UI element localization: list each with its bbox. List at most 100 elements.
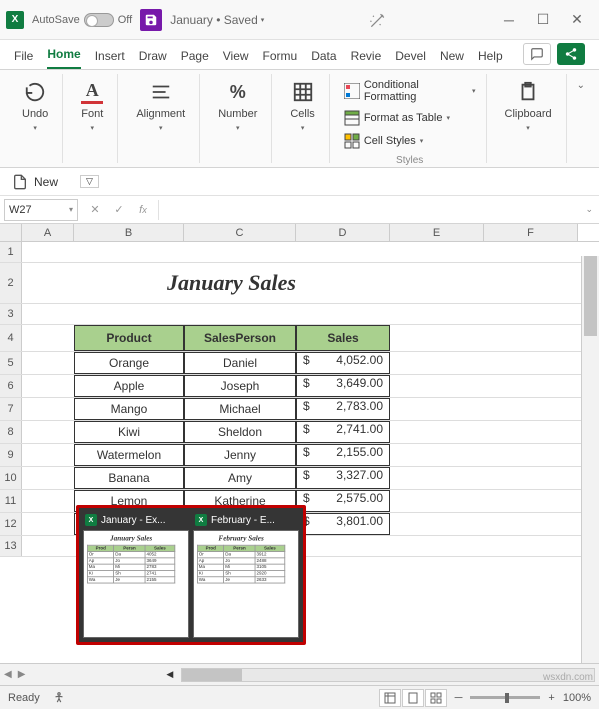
cell[interactable]: [74, 304, 578, 324]
cell[interactable]: [390, 467, 578, 489]
row-header[interactable]: 8: [0, 421, 22, 443]
cell[interactable]: [22, 536, 74, 556]
row-header[interactable]: 3: [0, 304, 22, 324]
header-sales[interactable]: Sales: [296, 325, 390, 351]
row-header[interactable]: 13: [0, 536, 22, 556]
fx-icon[interactable]: fx: [134, 201, 152, 219]
cell-product[interactable]: Kiwi: [74, 421, 184, 443]
cell[interactable]: [22, 421, 74, 443]
cell-product[interactable]: Watermelon: [74, 444, 184, 466]
cancel-formula-button[interactable]: ✕: [86, 201, 104, 219]
cell-product[interactable]: Orange: [74, 352, 184, 374]
tab-draw[interactable]: Draw: [139, 49, 167, 69]
normal-view-button[interactable]: [379, 689, 401, 707]
cell[interactable]: [22, 467, 74, 489]
page-layout-button[interactable]: [402, 689, 424, 707]
row-header[interactable]: 10: [0, 467, 22, 489]
number-button[interactable]: % Number ▾: [214, 76, 261, 136]
taskbar-thumb-february[interactable]: XFebruary - E... February SalesProdPersn…: [193, 512, 299, 638]
header-salesperson[interactable]: SalesPerson: [184, 325, 296, 351]
row-header[interactable]: 9: [0, 444, 22, 466]
toggle-switch[interactable]: [84, 13, 114, 27]
taskbar-thumb-january[interactable]: XJanuary - Ex... January SalesProdPersnS…: [83, 512, 189, 638]
cell-person[interactable]: Amy: [184, 467, 296, 489]
tab-page[interactable]: Page: [181, 49, 209, 69]
cell[interactable]: [390, 263, 578, 303]
cell[interactable]: [22, 304, 74, 324]
tab-data[interactable]: Data: [311, 49, 336, 69]
row-header[interactable]: 2: [0, 263, 22, 303]
cell-person[interactable]: Daniel: [184, 352, 296, 374]
cell[interactable]: [22, 325, 74, 351]
minimize-button[interactable]: ─: [501, 12, 517, 28]
col-header-B[interactable]: B: [74, 224, 184, 241]
cell-sales[interactable]: $2,741.00: [296, 421, 390, 443]
enter-formula-button[interactable]: ✓: [110, 201, 128, 219]
zoom-out-button[interactable]: ─: [455, 692, 463, 704]
col-header-A[interactable]: A: [22, 224, 74, 241]
tab-insert[interactable]: Insert: [95, 49, 125, 69]
share-button[interactable]: [557, 43, 585, 65]
cell[interactable]: [22, 263, 74, 303]
row-header[interactable]: 5: [0, 352, 22, 374]
accessibility-icon[interactable]: [52, 691, 66, 705]
tab-help[interactable]: Help: [478, 49, 503, 69]
save-button[interactable]: [140, 9, 162, 31]
new-label[interactable]: New: [34, 175, 58, 189]
cell-sales[interactable]: $4,052.00: [296, 352, 390, 374]
format-as-table-button[interactable]: Format as Table ▾: [344, 109, 450, 127]
close-button[interactable]: ✕: [569, 12, 585, 28]
cell-product[interactable]: Banana: [74, 467, 184, 489]
col-header-E[interactable]: E: [390, 224, 484, 241]
cell-product[interactable]: Apple: [74, 375, 184, 397]
cell[interactable]: [390, 325, 578, 351]
select-all-corner[interactable]: [0, 224, 22, 241]
sheet-nav-prev[interactable]: ◀: [4, 669, 12, 680]
cell[interactable]: [390, 444, 578, 466]
cell[interactable]: [390, 398, 578, 420]
cell-person[interactable]: Joseph: [184, 375, 296, 397]
row-header[interactable]: 12: [0, 513, 22, 535]
scrollbar-thumb[interactable]: [584, 256, 597, 336]
cell[interactable]: [390, 352, 578, 374]
scrollbar-thumb[interactable]: [182, 669, 242, 681]
cell[interactable]: [22, 398, 74, 420]
cell-sales[interactable]: $2,783.00: [296, 398, 390, 420]
document-title[interactable]: January • Saved ▾: [170, 13, 264, 27]
alignment-button[interactable]: Alignment ▾: [132, 76, 189, 136]
row-header[interactable]: 11: [0, 490, 22, 512]
cell-sales[interactable]: $3,327.00: [296, 467, 390, 489]
cell[interactable]: [390, 421, 578, 443]
new-sheet-icon[interactable]: [12, 174, 28, 190]
col-header-D[interactable]: D: [296, 224, 390, 241]
comments-button[interactable]: [523, 43, 551, 65]
cell[interactable]: [22, 490, 74, 512]
vertical-scrollbar[interactable]: [581, 256, 599, 663]
cell-person[interactable]: Jenny: [184, 444, 296, 466]
cell[interactable]: [22, 242, 74, 262]
cell-sales[interactable]: $2,155.00: [296, 444, 390, 466]
tab-view[interactable]: View: [223, 49, 249, 69]
cell-product[interactable]: Mango: [74, 398, 184, 420]
zoom-slider[interactable]: [470, 696, 540, 699]
formula-bar[interactable]: [158, 200, 573, 220]
font-button[interactable]: A Font ▾: [77, 76, 107, 136]
col-header-F[interactable]: F: [484, 224, 578, 241]
collapse-ribbon-button[interactable]: ⌄: [571, 74, 591, 163]
clipboard-button[interactable]: Clipboard ▾: [501, 76, 556, 136]
cell[interactable]: [390, 513, 578, 535]
cell-person[interactable]: Michael: [184, 398, 296, 420]
cell[interactable]: [22, 444, 74, 466]
cell[interactable]: [74, 242, 578, 262]
cell[interactable]: [22, 513, 74, 535]
row-header[interactable]: 7: [0, 398, 22, 420]
conditional-formatting-button[interactable]: Conditional Formatting ▾: [344, 78, 476, 104]
expand-formula-button[interactable]: ⌄: [579, 204, 599, 215]
cell[interactable]: [390, 490, 578, 512]
cells-button[interactable]: Cells ▾: [286, 76, 318, 136]
cell-sales[interactable]: $3,801.00: [296, 513, 390, 535]
sheet-nav-next[interactable]: ▶: [18, 669, 26, 680]
cell-sales[interactable]: $2,575.00: [296, 490, 390, 512]
page-break-button[interactable]: [425, 689, 447, 707]
sheet-title[interactable]: January Sales: [74, 263, 390, 303]
